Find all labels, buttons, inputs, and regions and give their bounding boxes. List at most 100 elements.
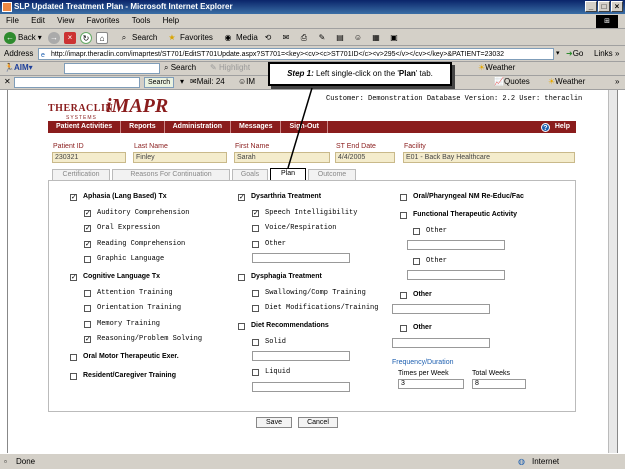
toolbar-dropdown-icon[interactable]: ▾ [180, 77, 184, 86]
address-input[interactable]: e http://imapr.theraclin.com/imaprtest/S… [38, 48, 554, 60]
functional-other-checkbox[interactable] [413, 228, 420, 235]
functional-checkbox[interactable] [400, 212, 407, 219]
messenger-button[interactable]: ☺ [352, 29, 364, 46]
dysarthria-other-label: Other [265, 240, 287, 248]
dysarthria-other-input[interactable] [252, 253, 350, 263]
vertical-scrollbar[interactable] [608, 90, 617, 453]
address-dropdown-icon[interactable]: ▾ [556, 46, 560, 61]
other4-input[interactable] [392, 338, 490, 348]
auditory-comprehension-checkbox[interactable]: ✓ [84, 210, 91, 217]
nav-sign-out[interactable]: Sign-Out [281, 121, 329, 133]
liquid-checkbox[interactable] [252, 369, 259, 376]
help-button[interactable]: ? Help [540, 121, 570, 133]
back-button[interactable]: ← Back ▾ [4, 29, 42, 46]
home-button[interactable]: ⌂ [96, 29, 108, 46]
other4-checkbox[interactable] [400, 325, 407, 332]
tab-goals[interactable]: Goals [232, 169, 268, 180]
media-button[interactable]: ◉ Media [222, 29, 258, 46]
first-name-value: Sarah [234, 152, 330, 163]
nav-patient-activities[interactable]: Patient Activities [48, 121, 122, 133]
diet-modifications-checkbox[interactable] [252, 305, 259, 312]
aim-search-button[interactable]: ⌕ Search [164, 63, 196, 73]
save-button[interactable]: Save [256, 417, 292, 428]
maximize-icon[interactable]: □ [598, 1, 610, 12]
menu-help[interactable]: Help [163, 16, 179, 25]
tab-plan[interactable]: Plan [270, 168, 306, 180]
mail-button[interactable]: ✉ [280, 29, 292, 46]
aim-weather-button[interactable]: ☀Weather [478, 63, 515, 72]
other3-checkbox[interactable] [400, 292, 407, 299]
history-button[interactable]: ⟲ [262, 29, 274, 46]
menu-file[interactable]: File [6, 16, 19, 25]
tab-outcome[interactable]: Outcome [308, 169, 356, 180]
resident-caregiver-checkbox[interactable] [70, 373, 77, 380]
total-weeks-input[interactable]: 8 [472, 379, 526, 389]
aim-search-input[interactable] [64, 63, 160, 74]
other3-input[interactable] [392, 304, 490, 314]
menu-tools[interactable]: Tools [132, 16, 151, 25]
menu-view[interactable]: View [57, 16, 74, 25]
times-per-week-input[interactable]: 3 [398, 379, 464, 389]
toolbar-search-input[interactable] [14, 77, 140, 88]
nav-reports[interactable]: Reports [121, 121, 165, 133]
links-chevron-icon[interactable]: » [615, 46, 619, 61]
mail-button[interactable]: ✉Mail: 24 [190, 77, 225, 86]
aim-logo[interactable]: 🏃AIM▾ [4, 63, 33, 72]
toolbar-chevron-icon[interactable]: » [615, 77, 619, 86]
dysarthria-checkbox[interactable]: ✓ [238, 194, 245, 201]
orientation-training-checkbox[interactable] [84, 305, 91, 312]
menu-favorites[interactable]: Favorites [87, 16, 120, 25]
graphic-language-checkbox[interactable] [84, 256, 91, 263]
links-button[interactable]: Links [594, 46, 613, 61]
dysarthria-other-checkbox[interactable] [252, 241, 259, 248]
weather-button[interactable]: ☀Weather [548, 77, 585, 86]
diet-recommendations-checkbox[interactable] [238, 323, 245, 330]
aim-man-icon: 🏃 [4, 63, 14, 72]
dysphagia-checkbox[interactable] [238, 274, 245, 281]
quotes-button[interactable]: 📈Quotes [494, 77, 530, 86]
reading-comprehension-checkbox[interactable]: ✓ [84, 241, 91, 248]
voice-respiration-checkbox[interactable] [252, 225, 259, 232]
print-button[interactable]: ⎙ [298, 29, 310, 46]
minimize-icon[interactable]: _ [585, 1, 597, 12]
tab-certification[interactable]: Certification [52, 169, 110, 180]
cognitive-checkbox[interactable]: ✓ [70, 274, 77, 281]
functional-other2-input[interactable] [407, 270, 505, 280]
forward-button[interactable]: → [48, 29, 60, 46]
favorites-button[interactable]: ★ Favorites [166, 29, 213, 46]
menu-edit[interactable]: Edit [31, 16, 45, 25]
go-button[interactable]: ➜Go [566, 46, 583, 61]
functional-label: Functional Therapeutic Activity [413, 211, 517, 218]
nav-messages[interactable]: Messages [231, 121, 282, 133]
attention-training-checkbox[interactable] [84, 290, 91, 297]
close-icon[interactable]: × [611, 1, 623, 12]
speech-intelligibility-checkbox[interactable]: ✓ [252, 210, 259, 217]
reasoning-checkbox[interactable]: ✓ [84, 336, 91, 343]
aphasia-checkbox[interactable]: ✓ [70, 194, 77, 201]
oral-motor-checkbox[interactable] [70, 354, 77, 361]
swallowing-label: Swallowing/Comp Training [265, 289, 366, 297]
edit-button[interactable]: ✎ [316, 29, 328, 46]
im-button[interactable]: ☺IM [238, 77, 255, 86]
highlight-button[interactable]: ✎ Highlight [210, 63, 250, 72]
nav-administration[interactable]: Administration [165, 121, 231, 133]
toolbar-search-button[interactable]: Search [144, 77, 175, 88]
oral-expression-checkbox[interactable]: ✓ [84, 225, 91, 232]
swallowing-checkbox[interactable] [252, 290, 259, 297]
cancel-button[interactable]: Cancel [298, 417, 338, 428]
search-button[interactable]: ⌕ Search [118, 29, 158, 46]
tab-reasons-for-continuation[interactable]: Reasons For Continuation [112, 169, 230, 180]
tool-button[interactable]: ▣ [388, 29, 400, 46]
discuss-button[interactable]: ▤ [334, 29, 346, 46]
refresh-button[interactable]: ↻ [80, 29, 92, 46]
toolbar-handle-icon: ✕ [4, 77, 11, 86]
stop-button[interactable]: × [64, 29, 76, 46]
memory-training-checkbox[interactable] [84, 321, 91, 328]
research-button[interactable]: ▦ [370, 29, 382, 46]
solid-checkbox[interactable] [252, 339, 259, 346]
solid-input[interactable] [252, 351, 350, 361]
oral-pharyngeal-checkbox[interactable] [400, 194, 407, 201]
functional-other-input[interactable] [407, 240, 505, 250]
liquid-input[interactable] [252, 382, 350, 392]
functional-other2-checkbox[interactable] [413, 258, 420, 265]
